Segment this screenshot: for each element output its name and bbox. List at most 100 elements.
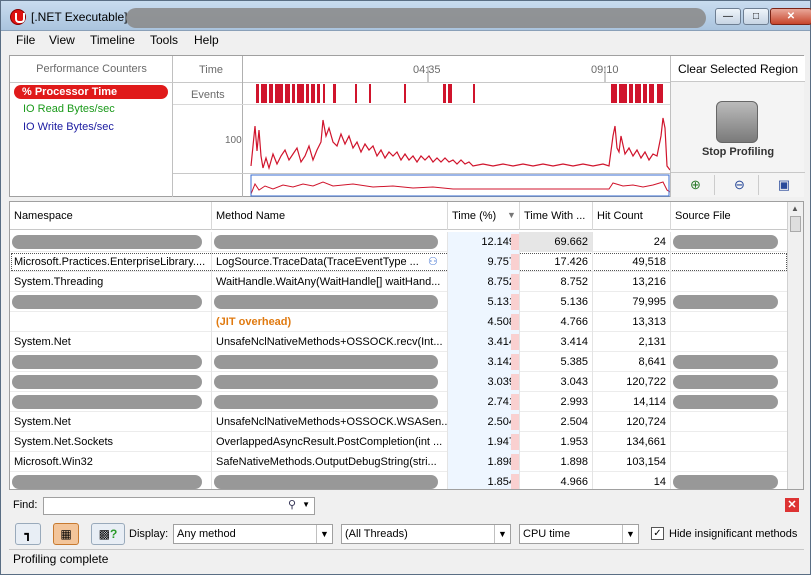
cell-ns: System.Net.Sockets: [10, 432, 212, 452]
call-graph-icon[interactable]: ⚇: [428, 255, 438, 268]
table-row[interactable]: 3.039 3.043 120,722: [10, 372, 788, 392]
minimize-button[interactable]: —: [715, 8, 741, 25]
time-mode-select[interactable]: CPU time ▼: [519, 524, 639, 544]
search-icon[interactable]: ⚲: [288, 498, 296, 511]
col-source-file[interactable]: Source File: [671, 202, 788, 230]
time-mark-1: 04:35: [413, 64, 441, 76]
zoom-toolbar: ⊕ ⊖ ▣: [671, 172, 805, 196]
vertical-scrollbar[interactable]: ▲: [787, 202, 803, 489]
cell-hits: 79,995: [593, 292, 671, 312]
find-input[interactable]: ⚲ ▼: [43, 497, 315, 515]
method-filter-select[interactable]: Any method ▼: [173, 524, 333, 544]
timeline-chart[interactable]: Time 04:35 09:10 Events 100: [173, 56, 671, 197]
results-grid: Namespace Method Name Time (%) Time With…: [9, 201, 804, 490]
col-hit-count[interactable]: Hit Count: [593, 202, 671, 230]
col-time-with-children[interactable]: Time With ...: [520, 202, 593, 230]
redacted-method: [214, 235, 438, 249]
stop-profiling-button[interactable]: Stop Profiling: [671, 146, 805, 158]
method-grid-view-icon[interactable]: ▦: [53, 523, 79, 545]
menu-view[interactable]: View: [49, 33, 75, 47]
maximize-button[interactable]: □: [743, 8, 769, 25]
redacted-method: [214, 295, 438, 309]
table-row[interactable]: 5.131 5.136 79,995: [10, 292, 788, 312]
redacted-ns: [12, 355, 202, 369]
redacted-src: [673, 295, 778, 309]
cell-time: 3.414: [448, 332, 520, 352]
table-row[interactable]: 2.741 2.993 14,114: [10, 392, 788, 412]
close-find-icon[interactable]: ✕: [785, 498, 799, 512]
clear-selected-region-button[interactable]: Clear Selected Region: [671, 56, 805, 82]
cell-ns: System.Net: [10, 332, 212, 352]
cell-hits: 103,154: [593, 452, 671, 472]
cell-time: 9.757: [448, 252, 520, 272]
menu-help[interactable]: Help: [194, 33, 219, 47]
table-row[interactable]: System.Net UnsafeNclNativeMethods+OSSOCK.…: [10, 412, 788, 432]
processor-time-line: [250, 117, 671, 171]
window-title: [.NET Executable]: [31, 10, 128, 24]
cell-time: 1.898: [448, 452, 520, 472]
cell-method: UnsafeNclNativeMethods+OSSOCK.recv(Int..…: [212, 332, 448, 352]
stop-profiling-icon[interactable]: [716, 101, 758, 143]
profiler-window: [.NET Executable] — □ ✕ File View Timeli…: [0, 0, 811, 575]
zoom-out-icon[interactable]: ⊖: [721, 175, 759, 195]
time-bar: [511, 394, 519, 410]
table-row[interactable]: 3.142 5.385 8,641: [10, 352, 788, 372]
redacted-method: [214, 375, 438, 389]
time-bar: [511, 434, 519, 450]
event-markers: [256, 84, 663, 103]
cell-method: (JIT overhead): [212, 312, 448, 332]
cell-with: 17.426: [520, 252, 593, 272]
zoom-in-icon[interactable]: ⊕: [677, 175, 715, 195]
table-row[interactable]: Microsoft.Practices.EnterpriseLibrary...…: [10, 252, 788, 272]
col-namespace[interactable]: Namespace: [10, 202, 212, 230]
hide-insignificant-checkbox[interactable]: ✓: [651, 527, 664, 540]
cell-time: 3.039: [448, 372, 520, 392]
hide-insignificant-label[interactable]: Hide insignificant methods: [669, 528, 797, 540]
cell-hits: 13,216: [593, 272, 671, 292]
cell-ns: [10, 312, 212, 332]
time-bar: [511, 254, 519, 270]
method-filter-value: Any method: [177, 528, 236, 540]
cell-hits: 120,724: [593, 412, 671, 432]
table-row[interactable]: (JIT overhead) 4.508 4.766 13,313: [10, 312, 788, 332]
menu-timeline[interactable]: Timeline: [90, 33, 135, 47]
performance-panel: Performance Counters % Processor Time IO…: [9, 55, 805, 197]
table-row[interactable]: System.Net.Sockets OverlappedAsyncResult.…: [10, 432, 788, 452]
call-tree-view-icon[interactable]: ┓: [15, 523, 41, 545]
time-bar: [511, 374, 519, 390]
table-row[interactable]: System.Net UnsafeNclNativeMethods+OSSOCK.…: [10, 332, 788, 352]
counter-io-read[interactable]: IO Read Bytes/sec: [23, 103, 115, 115]
cell-with: 4.966: [520, 472, 593, 489]
redacted-src: [673, 235, 778, 249]
time-bar: [511, 314, 519, 330]
table-row[interactable]: System.Threading WaitHandle.WaitAny(WaitH…: [10, 272, 788, 292]
cell-hits: 24: [593, 232, 671, 252]
cell-with: 1.898: [520, 452, 593, 472]
cell-time: 4.508: [448, 312, 520, 332]
call-graph-view-icon[interactable]: ▩?: [91, 523, 125, 545]
thread-select[interactable]: (All Threads) ▼: [341, 524, 511, 544]
table-row[interactable]: 1.854 4.966 14: [10, 472, 788, 489]
redacted-ns: [12, 375, 202, 389]
redacted-ns: [12, 475, 202, 489]
find-dropdown-icon[interactable]: ▼: [302, 500, 310, 509]
cell-time: 8.752: [448, 272, 520, 292]
zoom-fit-icon[interactable]: ▣: [765, 175, 803, 195]
scroll-thumb[interactable]: [790, 216, 801, 232]
table-row[interactable]: Microsoft.Win32 SafeNativeMethods.OutputD…: [10, 452, 788, 472]
time-bar: [511, 274, 519, 290]
cell-hits: 2,131: [593, 332, 671, 352]
col-method-name[interactable]: Method Name: [212, 202, 448, 230]
close-button[interactable]: ✕: [770, 8, 811, 25]
menu-file[interactable]: File: [16, 33, 35, 47]
menu-tools[interactable]: Tools: [150, 33, 178, 47]
counter-io-write[interactable]: IO Write Bytes/sec: [23, 121, 114, 133]
cell-src: [671, 272, 788, 292]
table-row[interactable]: 12.149 69.662 24: [10, 232, 788, 252]
timeline-area[interactable]: Time 04:35 09:10 Events 100: [173, 56, 671, 197]
counter-processor-time[interactable]: % Processor Time: [14, 85, 168, 99]
cell-with: 2.504: [520, 412, 593, 432]
axis-100-label: 100: [225, 135, 242, 146]
menu-bar: File View Timeline Tools Help: [1, 31, 810, 51]
scroll-up-icon[interactable]: ▲: [791, 204, 799, 213]
